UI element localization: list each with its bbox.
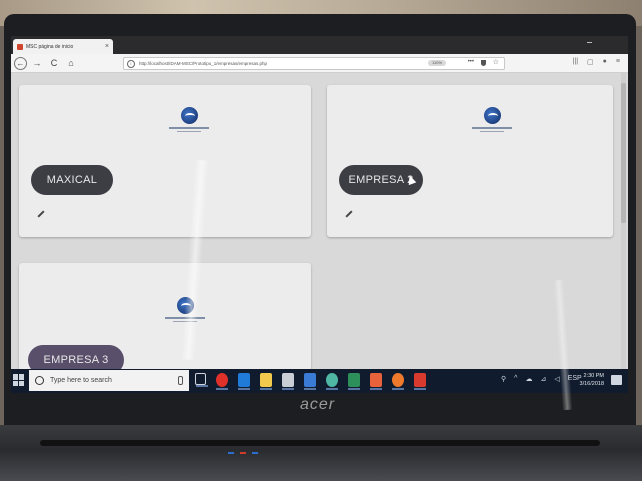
edit-icon[interactable] xyxy=(343,209,353,219)
tab-strip: MSC página de inicio × xyxy=(11,36,628,54)
logo-swoosh xyxy=(488,113,498,119)
system-tray: ⚲ ^ ☁ ⊿ ◁ ESP xyxy=(501,375,582,383)
zoom-indicator[interactable]: 110% xyxy=(428,60,446,66)
logo-text-line xyxy=(480,131,504,132)
logo-swoosh xyxy=(185,113,195,119)
page-content: MAXICAL EMPRESA 2 EMPRESA 3 xyxy=(11,73,628,383)
forward-button[interactable]: → xyxy=(30,56,44,70)
taskbar-apps xyxy=(195,373,426,390)
info-icon[interactable]: i xyxy=(127,59,135,68)
library-icon[interactable]: ||| xyxy=(573,58,578,66)
minimize-icon[interactable] xyxy=(587,42,592,43)
taskbar-search-input[interactable]: Type here to search xyxy=(29,370,189,391)
bookmark-star-icon[interactable]: ☆ xyxy=(493,58,499,66)
logo-text-line xyxy=(177,131,201,132)
favicon-icon xyxy=(17,43,23,50)
file-explorer-icon[interactable] xyxy=(260,373,272,390)
task-view-icon[interactable] xyxy=(195,373,208,387)
mail-icon[interactable] xyxy=(304,373,316,390)
clock-date: 3/16/2018 xyxy=(579,381,604,387)
chrome-icon[interactable] xyxy=(326,373,338,390)
nav-bar: ← → C ⌂ i http://localhost/IDAM-MSC/Prot… xyxy=(11,54,628,73)
app-icon[interactable] xyxy=(414,373,426,390)
url-text: http://localhost/IDAM-MSC/Prototipo_1/em… xyxy=(139,61,268,66)
company-logo xyxy=(169,107,209,141)
logo-swoosh xyxy=(181,303,191,309)
search-placeholder: Type here to search xyxy=(50,377,112,384)
onedrive-icon[interactable]: ☁ xyxy=(525,375,532,383)
tab-title: MSC página de inicio xyxy=(26,43,74,50)
edit-icon[interactable] xyxy=(35,209,45,219)
logo-text-line xyxy=(165,317,205,319)
laptop-base xyxy=(0,425,642,481)
home-button[interactable]: ⌂ xyxy=(64,56,78,70)
edge-icon[interactable] xyxy=(238,373,250,390)
tab-active[interactable]: MSC página de inicio × xyxy=(13,39,113,54)
chevron-up-icon[interactable]: ^ xyxy=(514,375,517,383)
company-card[interactable]: EMPRESA 2 xyxy=(327,85,613,237)
microphone-icon[interactable] xyxy=(178,376,183,385)
app-icon[interactable] xyxy=(370,373,382,390)
clock-time: 2:30 PM xyxy=(583,373,604,379)
company-logo xyxy=(165,297,205,331)
company-button[interactable]: MAXICAL xyxy=(31,165,113,195)
toolbar-right: ||| ▢ ● ≡ xyxy=(573,58,620,66)
logo-text-line xyxy=(173,321,197,322)
status-lights xyxy=(228,441,268,454)
store-icon[interactable] xyxy=(282,373,294,390)
network-icon[interactable]: ⊿ xyxy=(540,375,546,383)
company-logo xyxy=(472,107,512,141)
company-card[interactable]: EMPRESA 3 xyxy=(19,263,311,383)
tab-close-button[interactable]: × xyxy=(105,43,109,50)
firefox-icon[interactable] xyxy=(392,373,404,390)
menu-icon[interactable]: ≡ xyxy=(616,58,620,66)
volume-icon[interactable]: ◁ xyxy=(554,375,559,383)
url-bar[interactable]: i http://localhost/IDAM-MSC/Prototipo_1/… xyxy=(123,57,505,70)
clock[interactable]: 2:30 PM 3/16/2018 xyxy=(580,372,604,388)
back-button[interactable]: ← xyxy=(14,56,27,70)
windows-start-icon[interactable] xyxy=(13,374,25,386)
company-card[interactable]: MAXICAL xyxy=(19,85,311,237)
logo-text-line xyxy=(169,127,209,129)
scrollbar-thumb[interactable] xyxy=(621,83,626,223)
screen: MSC página de inicio × ← → C ⌂ i http://… xyxy=(11,36,628,393)
logo-text-line xyxy=(472,127,512,129)
sidebar-icon[interactable]: ▢ xyxy=(587,58,594,66)
laptop-brand-logo: acer xyxy=(300,396,336,413)
cortana-icon xyxy=(35,376,44,385)
reload-button[interactable]: C xyxy=(47,56,61,70)
app-icon[interactable] xyxy=(348,373,360,390)
mouse-cursor-icon xyxy=(407,175,415,185)
people-icon[interactable]: ⚲ xyxy=(501,375,506,383)
page-actions-button[interactable]: ••• xyxy=(468,59,474,65)
pocket-icon[interactable] xyxy=(481,60,486,66)
taskbar: Type here to search ⚲ ^ ☁ ⊿ ◁ ESP 2:30 P… xyxy=(11,369,628,393)
account-icon[interactable]: ● xyxy=(603,58,607,66)
opera-icon[interactable] xyxy=(216,373,228,390)
notification-icon[interactable] xyxy=(611,375,622,385)
laptop-hinge xyxy=(40,440,600,446)
scrollbar[interactable] xyxy=(621,73,626,369)
